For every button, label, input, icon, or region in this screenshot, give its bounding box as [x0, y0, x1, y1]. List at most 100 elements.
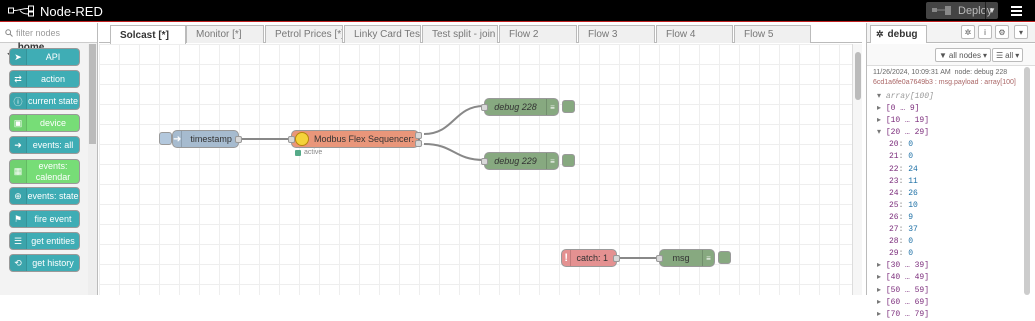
debug-tree-range[interactable]: ▸ [60 … 69] — [877, 297, 934, 309]
action-icon: ⇄ — [10, 71, 27, 87]
msg-debug-node[interactable]: msg ≡ — [656, 249, 715, 267]
debug-level-filter-label: all — [1005, 50, 1014, 60]
palette-node-events-all[interactable]: ➜ events: all — [9, 136, 80, 154]
debug-tree-range[interactable]: ▸ [70 … 79] — [877, 309, 934, 321]
debug-entry-key: 20 — [889, 140, 899, 150]
debug-entry-key: 26 — [889, 212, 899, 222]
deploy-menu-caret-icon[interactable]: ▼ — [985, 2, 998, 19]
tab-solcast[interactable]: Solcast [*] — [110, 25, 186, 44]
debug-tree-range[interactable]: ▸ [30 … 39] — [877, 260, 934, 272]
tab-debug[interactable]: ✲ debug — [870, 25, 927, 43]
debug-message-path[interactable]: 6cd1a6fe0a7649b3 : msg.payload : array[1… — [873, 78, 1016, 88]
debug-tree-entry: 27: 37 — [889, 225, 918, 235]
palette-node-label: events: calendar — [35, 160, 71, 182]
sidebar-scrollbar[interactable] — [1022, 67, 1032, 295]
output-port-1[interactable] — [415, 132, 422, 139]
tab-monitor[interactable]: Monitor [*] — [186, 25, 264, 43]
tab-flow-4[interactable]: Flow 4 — [656, 25, 733, 43]
tab-test-split-join[interactable]: Test split - join — [422, 25, 498, 43]
debug-message-body: ▾ array[100] ▸ [0 … 9] ▸ [10 … 19] ▾ [20 … … — [877, 91, 934, 321]
inject-arrow-icon: ➜ — [173, 131, 183, 147]
tab-flow-2[interactable]: Flow 2 — [499, 25, 577, 43]
main-menu-icon[interactable] — [1004, 3, 1028, 19]
debug-entry-value: 37 — [908, 225, 918, 235]
tab-linky-card-test[interactable]: Linky Card Test — [344, 25, 421, 43]
palette-node-current-state[interactable]: ⓘ current state — [9, 92, 80, 110]
palette-node-get-entities[interactable]: ☰ get entities — [9, 232, 80, 250]
debug-tree-range[interactable]: ▸ [0 … 9] — [877, 103, 934, 115]
inject-node-label: timestamp — [190, 134, 232, 144]
output-port[interactable] — [235, 136, 242, 143]
bug-icon: ✲ — [876, 29, 884, 39]
sidebar-menu-icon[interactable]: ▾ — [1014, 25, 1028, 39]
tab-petrol-prices[interactable]: Petrol Prices [*] — [265, 25, 343, 43]
debug-entry-key: 27 — [889, 225, 899, 235]
palette-node-get-history[interactable]: ⟲ get history — [9, 254, 80, 272]
palette-node-events-state[interactable]: ⊕ events: state — [9, 187, 80, 205]
debug-level-filter[interactable]: ☰ all ▾ — [992, 48, 1024, 62]
debug-tree-root[interactable]: ▾ array[100] — [877, 91, 934, 103]
palette-node-label: get entities — [31, 235, 75, 246]
debug-toolbar: ▼ all nodes ▾ ☰ all ▾ — [867, 44, 1035, 66]
caret-right-icon: ▸ — [877, 116, 882, 126]
history-icon: ⟲ — [10, 255, 27, 271]
debug-node-name[interactable]: node: debug 228 — [955, 69, 1008, 76]
deploy-icon — [932, 5, 952, 16]
debug-entry-value: 0 — [908, 249, 914, 259]
msg-toggle-button[interactable] — [718, 251, 731, 264]
node-palette: filter nodes ⌄ home assistant ➤API⇄actio… — [0, 23, 98, 295]
palette-scrollbar[interactable] — [88, 44, 97, 295]
debug-entry-value: 24 — [908, 164, 918, 174]
debug-entry-key: 29 — [889, 249, 899, 259]
palette-node-label: API — [45, 51, 61, 62]
palette-node-label: fire event — [34, 213, 72, 224]
deploy-button[interactable]: Deploy ▼ — [926, 2, 998, 19]
debug-tree-entry: 24: 26 — [889, 188, 918, 198]
tab-flow-3[interactable]: Flow 3 — [578, 25, 655, 43]
flow-workspace[interactable]: ➜ timestamp Modbus Flex Sequencer: 1 act… — [99, 44, 852, 295]
debug-tree-range[interactable]: ▸ [40 … 49] — [877, 272, 934, 284]
inject-trigger-button[interactable] — [159, 132, 172, 145]
debug-228-label: debug 228 — [494, 102, 537, 112]
input-port[interactable] — [288, 136, 295, 143]
debug-tree-range-expanded[interactable]: ▾ [20 … 29] — [877, 127, 934, 139]
workspace-tab-bar: Solcast [*] Monitor [*] Petrol Prices [*] L… — [99, 23, 959, 44]
debug-node-filter[interactable]: ▼ all nodes ▾ — [935, 48, 991, 62]
info-icon[interactable]: i — [978, 25, 992, 39]
modbus-sequencer-node[interactable]: Modbus Flex Sequencer: 1 — [288, 130, 422, 148]
palette-node-action[interactable]: ⇄ action — [9, 70, 80, 88]
catch-node[interactable]: ! catch: 1 — [561, 249, 620, 267]
check-icon: ▣ — [10, 115, 27, 131]
palette-node-api[interactable]: ➤ API — [9, 48, 80, 66]
debug-entry-value: 0 — [908, 152, 914, 162]
debug-list-icon: ≡ — [546, 99, 558, 115]
caret-right-icon: ▸ — [877, 273, 882, 283]
debug-list-icon: ≡ — [546, 153, 558, 169]
input-port[interactable] — [656, 255, 663, 262]
output-port-2[interactable] — [415, 140, 422, 147]
debug-229-toggle-button[interactable] — [562, 154, 575, 167]
palette-node-device[interactable]: ▣ device — [9, 114, 80, 132]
output-port[interactable] — [613, 255, 620, 262]
input-port[interactable] — [481, 104, 488, 111]
tab-flow-5[interactable]: Flow 5 — [734, 25, 811, 43]
caret-right-icon: ▸ — [877, 261, 882, 271]
debug-tree-range[interactable]: ▸ [10 … 19] — [877, 115, 934, 127]
palette-node-events-calendar[interactable]: ▦ events: calendar — [9, 159, 80, 184]
arrow-circle-icon: ⊕ — [10, 188, 27, 204]
debug-228-toggle-button[interactable] — [562, 100, 575, 113]
workspace-scrollbar[interactable] — [852, 44, 862, 295]
caret-down-icon: ▾ — [877, 128, 882, 138]
debug-node-229[interactable]: debug 229 ≡ — [481, 152, 559, 170]
debug-tree-entry: 25: 10 — [889, 200, 918, 210]
debug-tree-entry: 28: 0 — [889, 237, 914, 247]
config-icon[interactable]: ⚙ — [995, 25, 1009, 39]
bug-filter-icon[interactable]: ✲ — [961, 25, 975, 39]
palette-filter-input[interactable]: filter nodes — [0, 23, 97, 43]
inject-node[interactable]: ➜ timestamp — [172, 130, 242, 148]
input-port[interactable] — [481, 158, 488, 165]
debug-range-label: [70 … 79] — [885, 309, 930, 319]
palette-node-fire-event[interactable]: ⚑ fire event — [9, 210, 80, 228]
debug-node-228[interactable]: debug 228 ≡ — [481, 98, 559, 116]
sequencer-status: active — [295, 149, 322, 156]
